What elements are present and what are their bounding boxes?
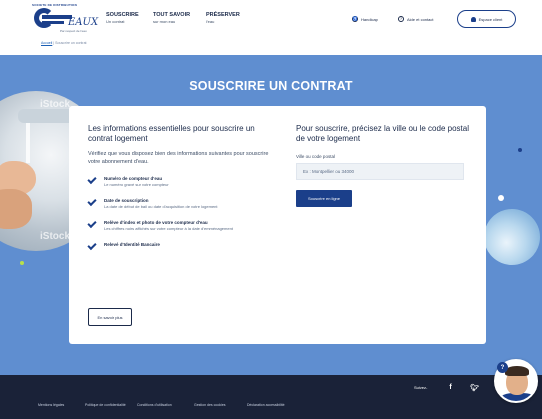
decor-dot (498, 195, 504, 201)
water-stream (26, 123, 30, 163)
water-splash-image (484, 209, 540, 265)
nav-subtitle: sur mon eau (153, 19, 176, 24)
company-logo[interactable]: SOCIETE DE DISTRIBUTION EAUX Par respect… (30, 3, 98, 37)
check-icon (87, 196, 97, 207)
essential-info-intro: Vérifiez que vous disposez bien des info… (88, 151, 269, 165)
list-item: Date de souscription La date de début de… (87, 196, 273, 210)
watermark: iStock (40, 99, 71, 110)
site-footer: Suivez- f 🐦︎ Mentions légales Politique … (0, 375, 542, 419)
contact-label: Aide et contact (407, 16, 434, 22)
list-item: Relevé d'Identité Bancaire (87, 240, 273, 251)
page-title: SOUSCRIRE UN CONTRAT (189, 79, 353, 93)
logo-bar-2 (42, 21, 64, 24)
nav-tout-savoir[interactable]: TOUT SAVOIR sur mon eau (153, 12, 190, 24)
check-icon (87, 218, 97, 229)
essential-info-column: Les informations essentielles pour sousc… (87, 124, 273, 251)
twitter-icon[interactable]: 🐦︎ (470, 383, 479, 392)
nav-subtitle: l'eau (206, 19, 215, 24)
nav-title: SOUSCRIRE (106, 12, 139, 18)
nav-title: TOUT SAVOIR (153, 12, 191, 18)
espace-client-label: Espace client (478, 16, 503, 22)
footer-link[interactable]: Conditions d'utilisation (137, 403, 194, 407)
decor-dot (518, 148, 522, 152)
footer-link[interactable]: Politique de confidentialité (85, 403, 137, 407)
item-desc: Les chiffres noirs affichés sur votre co… (104, 226, 233, 231)
contact-link[interactable]: ? Aide et contact (398, 16, 433, 22)
subscribe-column: Pour souscrire, précisez la ville ou le … (296, 124, 471, 207)
check-icon (87, 240, 97, 251)
item-title: Relevé d'Identité Bancaire (104, 242, 160, 247)
city-field-label: Ville ou code postal (296, 154, 335, 159)
contract-info-card: Les informations essentielles pour sousc… (69, 106, 486, 344)
subscribe-heading: Pour souscrire, précisez la ville ou le … (296, 124, 469, 143)
watermark-2: iStock (40, 231, 71, 242)
decor-dot (20, 261, 24, 265)
footer-link[interactable]: Gestion des cookies (194, 403, 247, 407)
footer-links: Mentions légales Politique de confidenti… (38, 403, 307, 407)
essential-info-heading: Les informations essentielles pour sousc… (88, 124, 255, 143)
item-desc: Le numéro gravé sur votre compteur (104, 182, 169, 187)
follow-us-label: Suivez- (414, 385, 428, 390)
site-header: SOCIETE DE DISTRIBUTION EAUX Par respect… (0, 0, 542, 40)
subscribe-online-button[interactable]: Souscrire en ligne (296, 190, 352, 207)
nav-subtitle: Un contrat (106, 19, 125, 24)
hand-shape-2 (0, 189, 32, 229)
logo-tagline: Par respect de l'eau (60, 29, 87, 33)
item-desc: La date de début de bail ou date d'acqui… (104, 204, 218, 209)
handicap-label: Handicap (361, 16, 378, 22)
breadcrumb: Accueil | Souscrire un contrat (41, 41, 86, 45)
city-input[interactable]: Ex : Montpellier ou 34000 (296, 163, 464, 180)
list-item: Relève d'index et photo de votre compteu… (87, 218, 273, 232)
logo-top-text: SOCIETE DE DISTRIBUTION (32, 3, 77, 7)
learn-more-button[interactable]: En savoir plus (88, 308, 132, 326)
footer-link[interactable]: Déclaration accessibilité (247, 403, 307, 407)
nav-preserver[interactable]: PRÉSERVER l'eau (206, 12, 240, 24)
logo-word: EAUX (68, 17, 99, 28)
list-item: Numéro de compteur d'eau Le numéro gravé… (87, 174, 273, 188)
avatar-hair (505, 366, 529, 376)
espace-client-button[interactable]: Espace client (457, 10, 516, 28)
nav-souscrire[interactable]: SOUSCRIRE Un contrat (106, 12, 139, 24)
user-icon (470, 16, 476, 22)
footer-link[interactable]: Mentions légales (38, 403, 85, 407)
breadcrumb-current: | Souscrire un contrat (53, 41, 87, 45)
help-icon: ? (398, 16, 404, 22)
handicap-link[interactable]: ♿ Handicap (352, 16, 378, 22)
nav-title: PRÉSERVER (206, 12, 240, 18)
breadcrumb-home[interactable]: Accueil (41, 41, 52, 45)
check-icon (87, 174, 97, 185)
accessibility-icon: ♿ (352, 16, 358, 22)
help-badge-icon: ? (497, 362, 508, 373)
facebook-icon[interactable]: f (446, 383, 455, 392)
